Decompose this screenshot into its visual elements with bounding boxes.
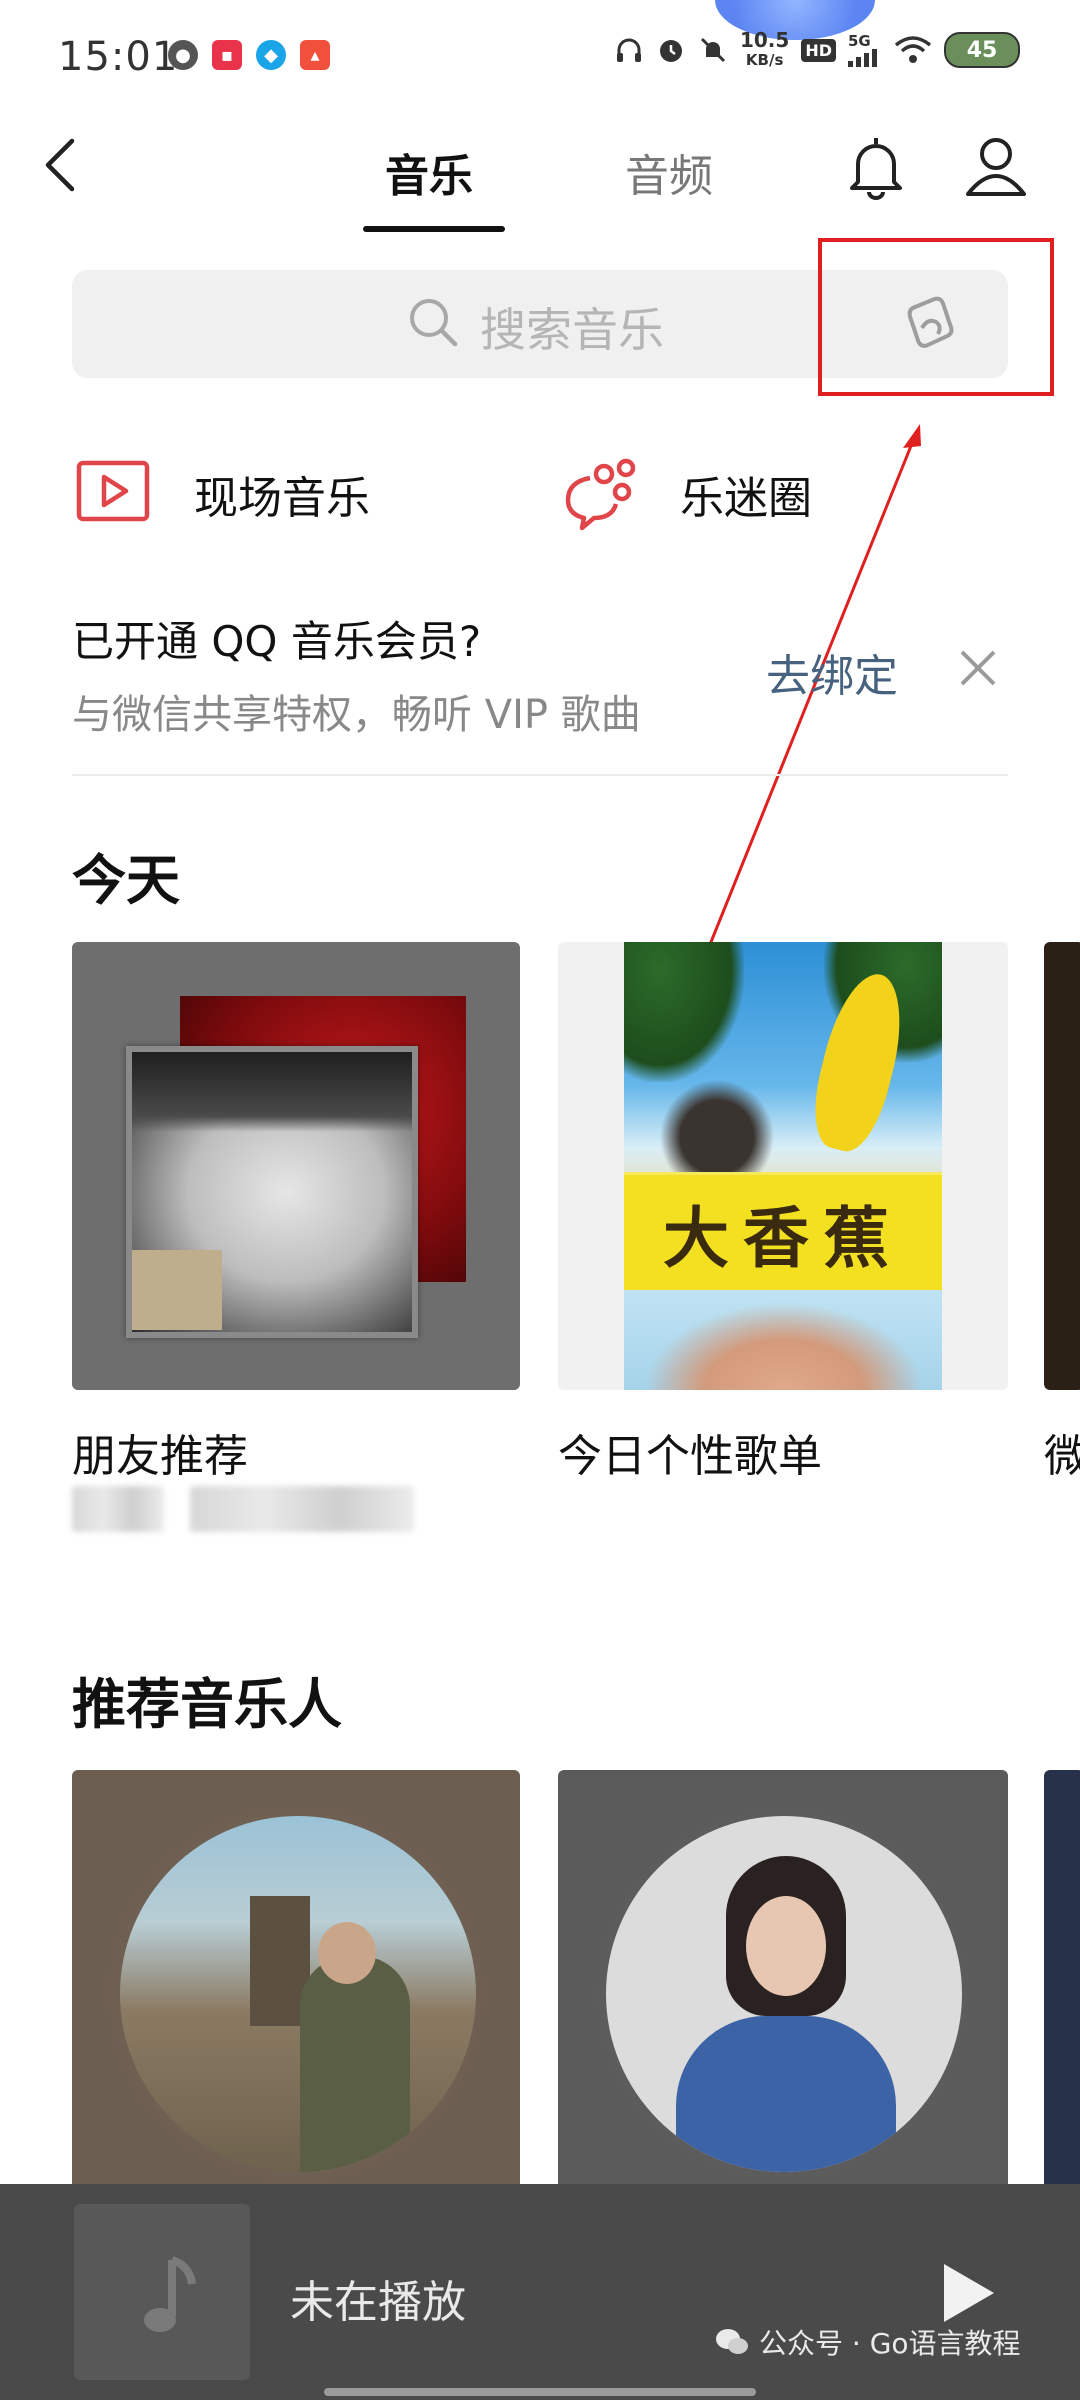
album-cover-front bbox=[126, 1046, 418, 1338]
play-icon bbox=[944, 2264, 994, 2322]
artist-card[interactable] bbox=[72, 1770, 520, 2190]
artist-card[interactable] bbox=[558, 1770, 1008, 2190]
divider bbox=[72, 774, 1008, 776]
music-note-icon bbox=[144, 2256, 196, 2332]
vip-banner-title: 已开通 QQ 音乐会员? bbox=[72, 617, 482, 666]
close-banner-button[interactable] bbox=[956, 646, 1000, 690]
section-title-artists: 推荐音乐人 bbox=[72, 1673, 342, 1736]
blurred-friend-info bbox=[190, 1486, 414, 1532]
live-music-link[interactable]: 现场音乐 bbox=[194, 462, 370, 526]
section-title-today: 今天 bbox=[72, 849, 180, 912]
avatar bbox=[132, 1250, 222, 1330]
bind-vip-link[interactable]: 去绑定 bbox=[766, 640, 898, 704]
artist-avatar bbox=[606, 1816, 962, 2172]
fan-circle-icon[interactable] bbox=[560, 452, 640, 532]
home-indicator[interactable] bbox=[324, 2388, 756, 2396]
player-status: 未在播放 bbox=[290, 2277, 466, 2328]
artist-card-partial[interactable] bbox=[1044, 1770, 1080, 2190]
third-card-partial[interactable] bbox=[1044, 942, 1080, 1390]
wechat-icon bbox=[716, 2329, 748, 2354]
watermark-text: 公众号 · Go语言教程 bbox=[759, 2327, 1021, 2360]
play-button[interactable] bbox=[936, 2260, 1000, 2326]
cover-title-banner: 大香蕉 bbox=[624, 1172, 942, 1293]
daily-playlist-card[interactable]: 大香蕉 bbox=[558, 942, 1008, 1390]
card-label-daily-playlist[interactable]: 今日个性歌单 bbox=[558, 1420, 822, 1484]
player-cover[interactable] bbox=[74, 2204, 250, 2380]
live-music-icon[interactable] bbox=[76, 460, 150, 522]
vip-banner-subtitle: 与微信共享特权，畅听 VIP 歌曲 bbox=[72, 692, 641, 738]
cover-title-text: 大香蕉 bbox=[663, 1199, 903, 1277]
fan-circle-link[interactable]: 乐迷圈 bbox=[680, 462, 812, 526]
watermark: 公众号 · Go语言教程 bbox=[715, 2322, 1021, 2362]
card-label-friend-recommend[interactable]: 朋友推荐 bbox=[72, 1420, 248, 1484]
close-icon bbox=[960, 650, 996, 686]
artist-avatar bbox=[120, 1816, 476, 2172]
card-label-third[interactable]: 微 bbox=[1044, 1420, 1080, 1484]
playlist-cover: 大香蕉 bbox=[624, 942, 942, 1390]
friend-recommend-card[interactable] bbox=[72, 942, 520, 1390]
blurred-friend-name bbox=[72, 1486, 164, 1532]
